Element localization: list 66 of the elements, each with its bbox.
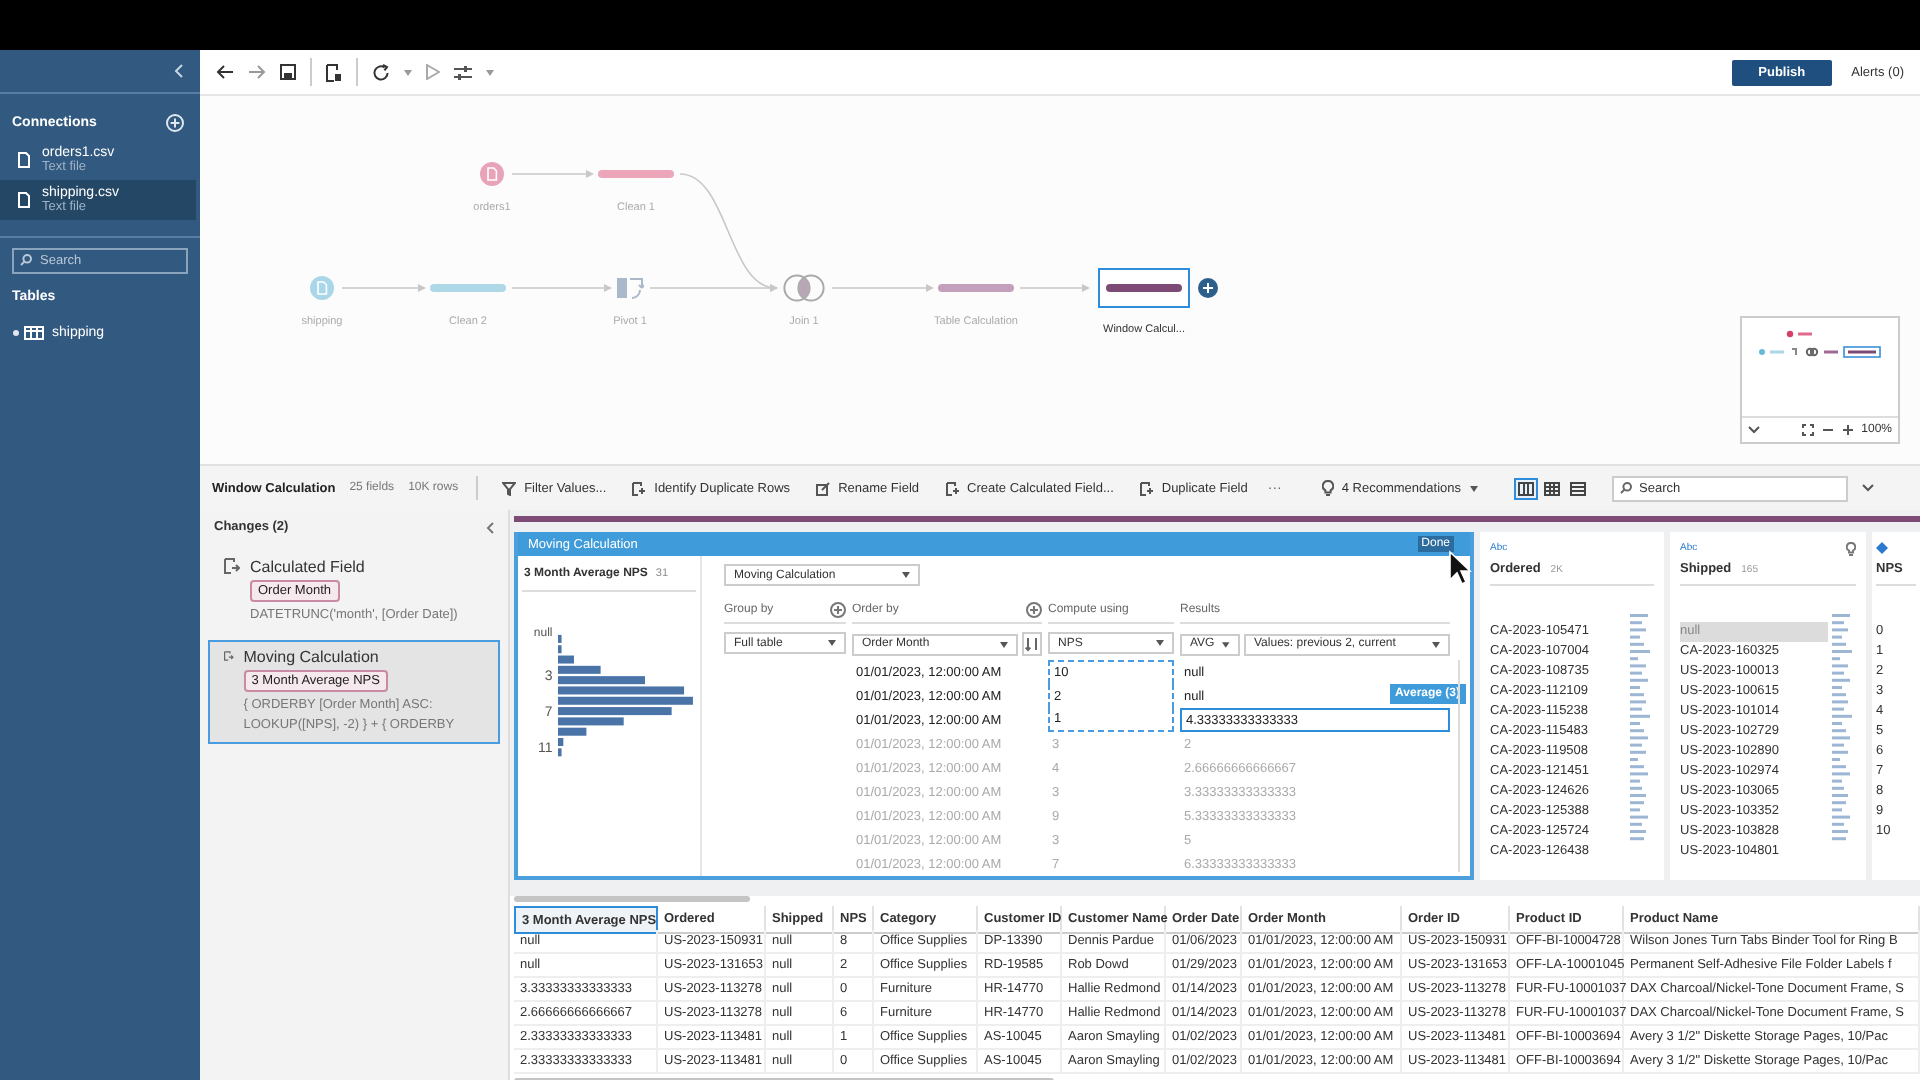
file-icon: [18, 192, 30, 208]
save-icon[interactable]: [280, 64, 296, 80]
connector-arrow: [511, 170, 594, 178]
clean-step-node[interactable]: [598, 170, 674, 178]
sliders-icon[interactable]: [454, 65, 472, 79]
add-field-icon: [632, 481, 647, 495]
zoom-in-icon[interactable]: [1841, 424, 1854, 436]
calculated-field-icon: [224, 558, 240, 574]
caret-icon: [1000, 641, 1008, 647]
calculated-field-icon: [224, 648, 234, 664]
caret-icon: [902, 572, 910, 578]
caret-icon: [1432, 641, 1440, 647]
chevron-left-icon[interactable]: [486, 521, 494, 533]
back-arrow-icon[interactable]: [216, 64, 234, 80]
histogram-drawing: [558, 632, 696, 760]
filter-icon: [502, 481, 517, 495]
add-field-icon: [945, 481, 960, 495]
join-step-node[interactable]: [782, 274, 826, 302]
rename-icon: [816, 481, 831, 495]
connector-arrow: [341, 284, 426, 292]
add-step-button[interactable]: [1198, 278, 1218, 298]
chevron-down-icon[interactable]: [1861, 484, 1873, 492]
refresh-icon[interactable]: [372, 63, 390, 81]
pivot-step-node[interactable]: [616, 276, 644, 300]
scrollbar[interactable]: [514, 896, 750, 902]
caret-icon[interactable]: [404, 69, 412, 75]
chevron-down-icon[interactable]: [1748, 426, 1760, 434]
file-icon: [18, 152, 30, 168]
list-view-button[interactable]: [1565, 477, 1589, 499]
forward-arrow-icon[interactable]: [248, 64, 266, 80]
grid-view-button[interactable]: [1539, 477, 1563, 499]
add-icon[interactable]: [830, 602, 846, 618]
search-icon: [1619, 481, 1631, 493]
input-step-node[interactable]: [310, 276, 334, 300]
add-icon[interactable]: [1026, 602, 1042, 618]
lightbulb-icon[interactable]: [1846, 541, 1856, 555]
profile-view-button[interactable]: [1513, 477, 1537, 499]
rows-icon: [1569, 481, 1585, 495]
calc-step-node[interactable]: [1098, 268, 1190, 308]
sort-icon[interactable]: [1022, 632, 1042, 656]
caret-icon[interactable]: [486, 69, 494, 75]
add-field-icon: [1139, 481, 1154, 495]
connector-arrow: [1019, 284, 1090, 292]
lightbulb-icon: [1321, 480, 1334, 496]
input-step-node[interactable]: [480, 162, 504, 186]
data-source-icon[interactable]: [326, 63, 342, 81]
caret-icon: [1156, 640, 1164, 646]
plus-icon: [1202, 282, 1214, 294]
scrollbar[interactable]: [1458, 660, 1460, 872]
search-icon: [20, 254, 32, 266]
connector-arrow: [511, 284, 612, 292]
caret-icon: [828, 640, 836, 646]
change-title: Calculated Field: [250, 558, 365, 576]
clean-step-node[interactable]: [938, 284, 1014, 292]
minimap-drawing: [1754, 330, 1882, 358]
caret-icon: [1469, 485, 1477, 491]
fit-screen-icon[interactable]: [1801, 424, 1814, 436]
grid-icon: [1543, 481, 1559, 495]
columns-icon: [1517, 481, 1533, 495]
change-title: Moving Calculation: [243, 648, 379, 666]
diamond-icon: [1876, 542, 1888, 554]
caret-icon: [1222, 641, 1230, 647]
zoom-out-icon[interactable]: [1821, 424, 1834, 436]
clean-step-node[interactable]: [430, 284, 506, 292]
connector-arrow: [831, 284, 934, 292]
table-icon: [12, 326, 46, 340]
